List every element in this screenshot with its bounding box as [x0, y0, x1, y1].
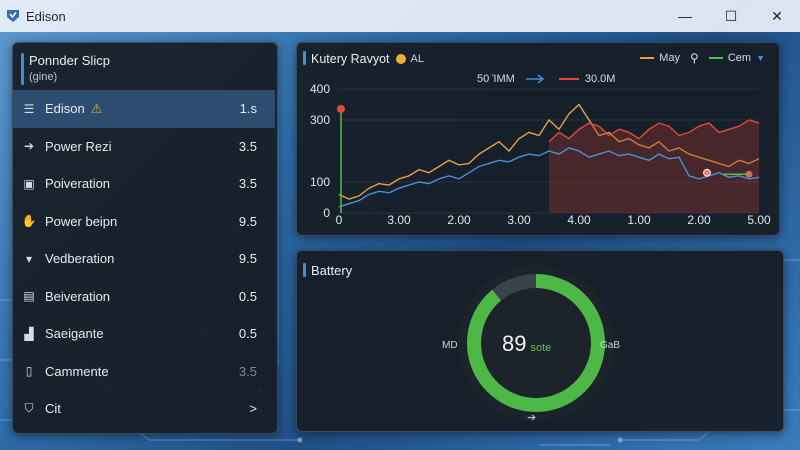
- x-tick-label: 4.00: [567, 213, 591, 227]
- y-tick-label: 400: [310, 82, 330, 96]
- gauge-right-label: GaB: [600, 340, 621, 351]
- y-tick-label: 0: [323, 206, 330, 220]
- gauge-footer-arrow-icon[interactable]: ➔: [527, 411, 536, 424]
- battery-unit: sote: [530, 342, 552, 354]
- marker-point-red: [703, 168, 711, 177]
- arrow-right-icon: ➔: [23, 139, 35, 154]
- sidebar-item-value: 3.5: [238, 363, 257, 379]
- gauge-readout: 89 sote: [502, 331, 570, 357]
- battery-panel: Battery 89 sote MD GaB ➔: [296, 250, 784, 432]
- document-icon: ▤: [23, 289, 35, 304]
- sidebar-item-0[interactable]: ☰ Edison ⚠ 1.s: [13, 90, 275, 128]
- sidebar-item-label: Cammente: [45, 363, 109, 379]
- terminal-icon: ▟: [24, 326, 34, 341]
- sidebar-subtitle: (gine): [29, 71, 58, 83]
- sidebar-item-value: >: [249, 401, 257, 417]
- x-tick-label: 3.00: [507, 213, 531, 227]
- maximize-button[interactable]: ☐: [708, 0, 754, 32]
- sidebar-item-5[interactable]: ▤ Beiveration 0.5: [13, 278, 275, 316]
- app-logo-icon: [7, 10, 19, 22]
- sidebar-item-value: 1.s: [239, 101, 257, 117]
- hand-icon: ✋: [21, 214, 37, 229]
- sidebar-item-label: Edison ⚠: [45, 100, 103, 116]
- chart-panel: Kutery Ravyot AL May ⚲ Cem ▼ 50 ΊMM 30.0…: [296, 42, 780, 236]
- sidebar-accent-bar: [21, 53, 24, 85]
- close-button[interactable]: ✕: [754, 0, 800, 32]
- y-tick-label: 100: [310, 175, 330, 189]
- window-title: Edison: [26, 8, 66, 24]
- sidebar-item-value: 9.5: [238, 251, 257, 267]
- x-tick-label: 3.00: [387, 213, 411, 227]
- start-marker-point: [337, 105, 345, 113]
- minimize-button[interactable]: —: [662, 0, 708, 32]
- sidebar-item-2[interactable]: ▣ Poiveration 3.5: [13, 165, 275, 203]
- sidebar-item-value: 3.5: [238, 138, 257, 154]
- sidebar-item-1[interactable]: ➔ Power Rezi 3.5: [13, 128, 275, 166]
- sidebar-item-value: 3.5: [238, 176, 257, 192]
- sidebar-item-label: Cit: [45, 401, 61, 417]
- sidebar-item-label: Saeigante: [45, 326, 104, 342]
- window-controls: — ☐ ✕: [662, 0, 800, 32]
- x-tick-label: 1.00: [627, 213, 651, 227]
- sidebar-item-value: 9.5: [238, 213, 257, 229]
- y-tick-label: 300: [310, 113, 330, 127]
- sidebar-item-value: 0.5: [238, 326, 257, 342]
- sidebar-item-7[interactable]: ▯ Cammente 3.5: [13, 353, 275, 391]
- warning-icon: ⚠: [90, 100, 103, 116]
- sidebar-list: ☰ Edison ⚠ 1.s ➔ Power Rezi 3.5 ▣ Poiveration 3.5…: [13, 90, 275, 428]
- title-bar: Edison — ☐ ✕: [0, 0, 800, 32]
- x-tick-label: 0: [336, 213, 343, 227]
- x-tick-label: 2.00: [447, 213, 471, 227]
- sidebar-panel: Ponnder Slicp (gine) ☰ Edison ⚠ 1.s ➔ Power R…: [12, 42, 278, 434]
- battery-icon: ▯: [25, 364, 33, 379]
- sidebar-item-8[interactable]: ⛉ Cit >: [13, 390, 275, 428]
- sidebar-header: Ponnder Slicp (gine): [29, 53, 110, 83]
- box-icon: ▾: [25, 251, 33, 266]
- battery-value: 89: [502, 331, 527, 356]
- sidebar-item-label: Power Rezi: [45, 138, 112, 154]
- sidebar-item-6[interactable]: ▟ Saeigante 0.5: [13, 315, 275, 353]
- x-tick-label: 5.00: [747, 213, 771, 227]
- sidebar-item-label: Power beipn: [45, 213, 118, 229]
- image-icon: ▣: [23, 176, 35, 191]
- gauge-left-label: MD: [442, 340, 458, 351]
- sidebar-item-4[interactable]: ▾ Vedberation 9.5: [13, 240, 275, 278]
- sidebar-item-3[interactable]: ✋ Power beipn 9.5: [13, 203, 275, 241]
- series-area-1: [549, 120, 759, 213]
- sidebar-item-label: Poiveration: [45, 176, 111, 192]
- sidebar-item-label: Beiveration: [45, 288, 111, 304]
- sidebar-item-value: 0.5: [238, 288, 257, 304]
- line-chart: 0 100 300 400 0 3.00 2.00 3.00 4.00 1.00 2.00 5.00: [310, 82, 771, 227]
- sidebar-item-label: Vedberation: [45, 251, 115, 267]
- shield-icon: ⛉: [24, 401, 34, 416]
- list-icon: ☰: [23, 101, 35, 116]
- x-tick-label: 2.00: [687, 213, 711, 227]
- sidebar-title: Ponnder Slicp: [29, 53, 110, 68]
